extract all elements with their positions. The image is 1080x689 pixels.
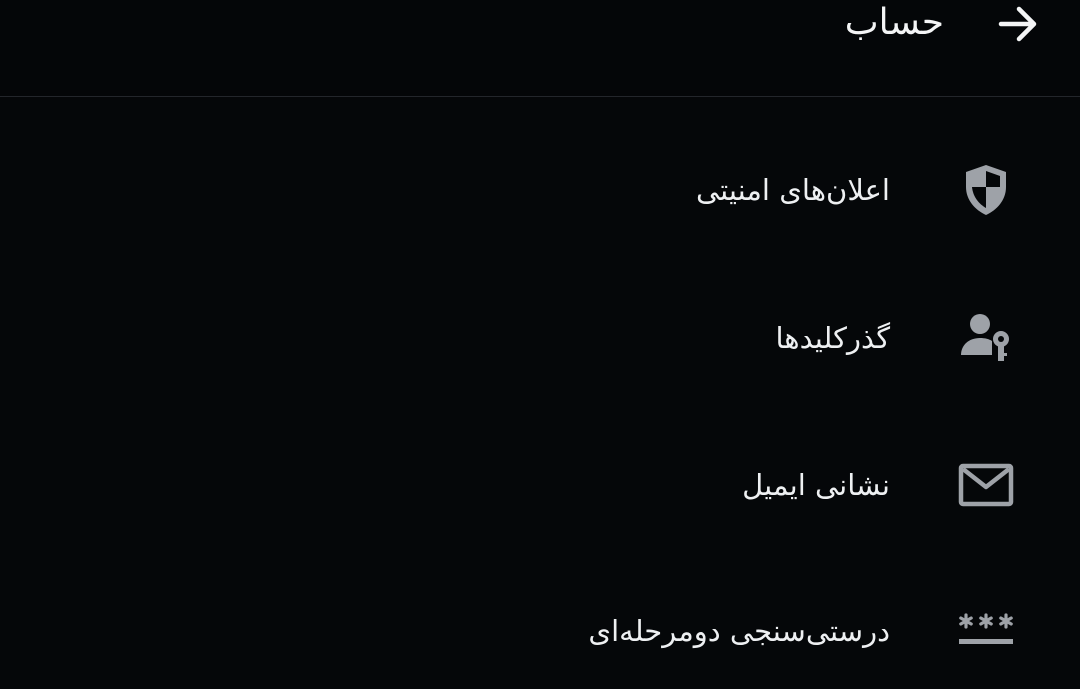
menu-item-security-notifications[interactable]: اعلان‌های امنیتی	[0, 117, 1080, 263]
account-settings-screen: حساب اعلان‌های امنیتی گذرکلیدها	[0, 0, 1080, 689]
menu-item-email-address[interactable]: نشانی ایمیل	[0, 412, 1080, 558]
menu-item-two-step-verification[interactable]: درستی‌سنجی دومرحله‌ای	[0, 558, 1080, 689]
app-header: حساب	[0, 0, 1080, 97]
menu-item-label: نشانی ایمیل	[742, 468, 890, 502]
password-asterisk-icon	[950, 558, 1022, 689]
menu-item-label: درستی‌سنجی دومرحله‌ای	[588, 614, 890, 648]
shield-icon	[950, 117, 1022, 263]
envelope-icon	[950, 412, 1022, 558]
menu-item-label: اعلان‌های امنیتی	[695, 173, 890, 207]
arrow-right-icon	[998, 6, 1037, 42]
page-title: حساب	[844, 2, 944, 43]
menu-item-passkeys[interactable]: گذرکلیدها	[0, 265, 1080, 411]
user-key-icon	[950, 265, 1022, 411]
back-button[interactable]	[990, 0, 1046, 48]
menu-item-label: گذرکلیدها	[775, 321, 890, 355]
